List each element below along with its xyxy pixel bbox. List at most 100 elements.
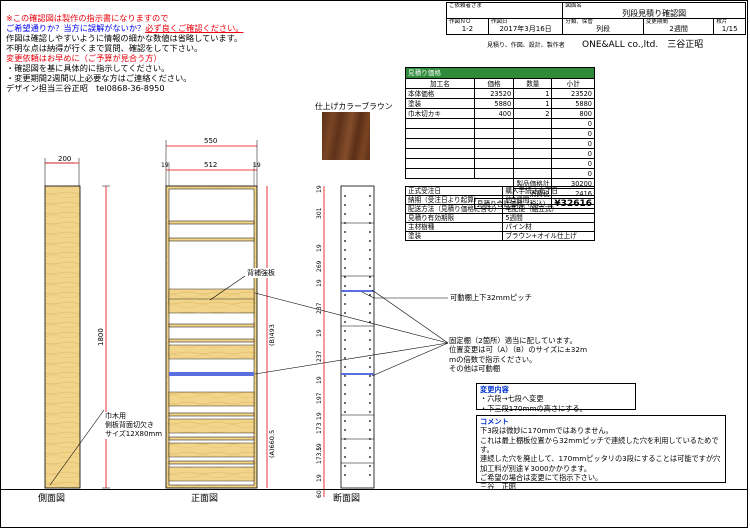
- inner-width-dim: 512: [204, 161, 217, 169]
- comment-title: コメント: [480, 417, 509, 426]
- front-shelf: [168, 323, 255, 328]
- pin-hole: [344, 357, 346, 359]
- pin-hole: [369, 375, 371, 377]
- section-dim: 301: [316, 207, 323, 219]
- pitch-callout: 可動棚上下32mmピッチ: [450, 293, 532, 303]
- front-shelf: [168, 237, 255, 242]
- pin-hole: [369, 231, 371, 233]
- pin-hole: [369, 384, 371, 386]
- pin-hole: [369, 285, 371, 287]
- pin-hole: [344, 420, 346, 422]
- pin-hole: [344, 348, 346, 350]
- fixed-shelf-callout: 固定棚（2箇所）適当に配しています。 位置変更は可（A）（B）のサイズに±32m…: [449, 336, 588, 374]
- front-shelf: [168, 220, 255, 225]
- back-board: [168, 298, 255, 314]
- fixed-shelf: [169, 372, 254, 376]
- pin-hole: [369, 330, 371, 332]
- side-depth-dim: 200: [58, 155, 71, 163]
- pin-hole: [369, 222, 371, 224]
- front-shelf: [168, 338, 255, 343]
- pin-hole: [369, 429, 371, 431]
- pin-hole: [344, 429, 346, 431]
- pin-hole: [344, 393, 346, 395]
- front-shelf: [168, 460, 255, 465]
- pin-hole: [344, 285, 346, 287]
- pin-hole: [344, 339, 346, 341]
- pin-hole: [344, 384, 346, 386]
- b-dim: (B)493: [268, 324, 276, 346]
- back-board: [168, 466, 255, 482]
- back-board: [168, 442, 255, 458]
- section-dim: 19: [316, 329, 323, 337]
- pin-hole: [369, 258, 371, 260]
- pin-hole: [369, 420, 371, 422]
- pin-hole: [344, 213, 346, 215]
- reinforce-callout: 背補強板: [247, 268, 275, 278]
- svg-text:19: 19: [253, 162, 261, 169]
- pin-hole: [344, 258, 346, 260]
- caption-side: 側面図: [38, 494, 66, 504]
- section-dim: 19: [316, 412, 323, 420]
- pin-hole: [369, 474, 371, 476]
- section-dim: 197: [316, 392, 323, 404]
- bottom-rule: [0, 489, 748, 490]
- pin-hole: [344, 303, 346, 305]
- pin-hole: [369, 411, 371, 413]
- pin-hole: [369, 267, 371, 269]
- front-shelf: [168, 412, 255, 417]
- pin-hole: [344, 240, 346, 242]
- pin-hole: [369, 240, 371, 242]
- side-view: 200 1800: [44, 153, 110, 489]
- pin-hole: [369, 438, 371, 440]
- back-board: [168, 344, 255, 360]
- pin-hole: [369, 249, 371, 251]
- changes-title: 変更内容: [480, 385, 509, 394]
- section-dim: 19: [316, 244, 323, 252]
- pin-hole: [369, 348, 371, 350]
- section-dim: 237: [316, 350, 323, 362]
- pin-hole: [369, 276, 371, 278]
- section-dim: 19: [316, 474, 323, 482]
- pin-hole: [344, 438, 346, 440]
- comment-body: 下3段は微妙に170mmではありません。 これは最上棚板位置から32mmピッチで…: [480, 426, 721, 492]
- pin-hole: [369, 204, 371, 206]
- section-dim: 237: [316, 302, 323, 314]
- pin-hole: [344, 465, 346, 467]
- pin-hole: [344, 231, 346, 233]
- pin-hole: [344, 195, 346, 197]
- pin-hole: [344, 447, 346, 449]
- pin-hole: [344, 204, 346, 206]
- section-dim: 19: [316, 185, 323, 193]
- pin-hole: [369, 312, 371, 314]
- section-dim: 173: [316, 422, 323, 434]
- skirting-callout: 巾木用 側板背面切欠き サイズ12X80mm: [105, 412, 163, 439]
- caption-section: 断面図: [333, 494, 361, 504]
- section-dim: 19: [316, 376, 323, 384]
- front-view: 550 19 512 19 (B)493 (A)660.5: [161, 137, 276, 489]
- pin-hole: [369, 195, 371, 197]
- section-dim: 173.5: [316, 447, 323, 464]
- pin-hole: [344, 222, 346, 224]
- section-dim: 269: [316, 260, 323, 272]
- back-board: [168, 391, 255, 407]
- front-width-dim: 550: [204, 137, 217, 145]
- pin-hole: [369, 366, 371, 368]
- pin-hole: [344, 402, 346, 404]
- caption-front: 正面図: [191, 494, 219, 504]
- back-board: [168, 418, 255, 434]
- changes-box: 変更内容 ・六段→七段へ変更 ・下三段170mmの高さにする。: [476, 383, 636, 413]
- pin-hole: [369, 303, 371, 305]
- pin-hole: [344, 312, 346, 314]
- comment-box: コメント 下3段は微妙に170mmではありません。 これは最上棚板位置から32m…: [476, 415, 726, 491]
- pin-hole: [344, 294, 346, 296]
- pin-hole: [369, 465, 371, 467]
- section-dim: 19: [316, 279, 323, 287]
- pin-hole: [369, 402, 371, 404]
- pin-hole: [344, 411, 346, 413]
- pin-hole: [369, 357, 371, 359]
- pin-hole: [344, 366, 346, 368]
- front-shelf: [168, 436, 255, 441]
- pin-hole: [344, 321, 346, 323]
- pin-hole: [369, 393, 371, 395]
- section-view: 190 19301192691923719237191971917319173.…: [316, 185, 375, 498]
